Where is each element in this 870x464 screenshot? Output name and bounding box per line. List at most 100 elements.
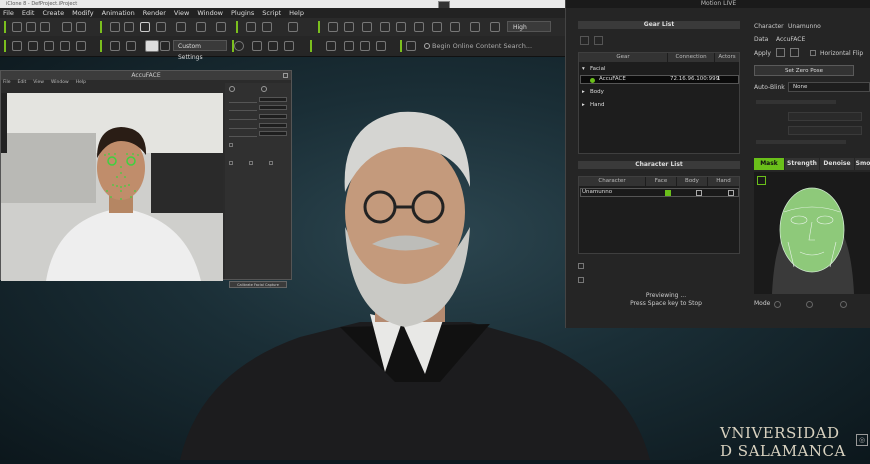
menu-animation[interactable]: Animation — [102, 8, 135, 18]
source-field[interactable] — [259, 97, 287, 102]
add-gear-icon[interactable] — [580, 36, 589, 45]
menu-modify[interactable]: Modify — [72, 8, 94, 18]
calibrate-button[interactable]: Calibrate Facial Capture — [229, 281, 287, 288]
tab-denoise[interactable]: Denoise — [820, 158, 854, 170]
shading-icon[interactable] — [380, 22, 390, 32]
character-icon[interactable] — [12, 41, 22, 51]
motion-icon[interactable] — [76, 41, 86, 51]
group-facial-arrow-icon[interactable]: ▾ — [582, 65, 585, 74]
gauge-icon[interactable] — [234, 41, 244, 51]
option-checkbox-b[interactable] — [578, 277, 584, 283]
quality-select[interactable]: High — [507, 21, 551, 32]
mode-radio-1[interactable] — [774, 301, 781, 308]
menu-plugins[interactable]: Plugins — [231, 8, 254, 18]
reach-icon[interactable] — [360, 41, 370, 51]
camera-mode-field[interactable] — [259, 105, 287, 110]
menu-file[interactable]: File — [3, 8, 14, 18]
select-icon[interactable] — [140, 22, 150, 32]
align-icon[interactable] — [216, 22, 226, 32]
rotate-icon[interactable] — [176, 22, 186, 32]
tab-smooth[interactable]: Smo — [855, 158, 870, 170]
menu-window[interactable]: Window — [197, 8, 223, 18]
resolution-field[interactable] — [259, 114, 287, 119]
video-radio[interactable] — [261, 86, 267, 92]
m-logo-icon[interactable] — [145, 40, 159, 52]
body-warning-icon[interactable] — [696, 190, 702, 196]
mirror-icon[interactable] — [126, 41, 136, 51]
import-icon[interactable] — [62, 22, 72, 32]
accu-menu-window[interactable]: Window — [51, 80, 69, 85]
menu-view[interactable]: View — [174, 8, 189, 18]
face-mask-preview[interactable] — [754, 172, 870, 294]
undo-icon[interactable] — [110, 22, 120, 32]
scale-icon[interactable] — [196, 22, 206, 32]
tab-mask[interactable]: Mask — [754, 158, 784, 170]
menu-edit[interactable]: Edit — [22, 8, 35, 18]
accuface-window[interactable]: AccuFACE File Edit View Window Help Cali… — [0, 70, 292, 288]
sun-icon[interactable] — [344, 22, 354, 32]
accu-menu-file[interactable]: File — [3, 80, 11, 85]
gear-group-facial[interactable]: Facial — [590, 65, 605, 74]
set-zero-pose-button[interactable]: Set Zero Pose — [754, 65, 854, 76]
close-icon[interactable] — [283, 73, 288, 78]
export-icon[interactable] — [76, 22, 86, 32]
new-icon[interactable] — [12, 22, 22, 32]
menu-script[interactable]: Script — [262, 8, 281, 18]
tracking-fps-field[interactable] — [259, 131, 287, 136]
puppet-icon[interactable] — [284, 41, 294, 51]
gear-group-body[interactable]: Body — [590, 88, 604, 97]
walk-icon[interactable] — [326, 41, 336, 51]
pose-icon[interactable] — [252, 41, 262, 51]
horizontal-flip-checkbox[interactable] — [810, 50, 816, 56]
menu-create[interactable]: Create — [42, 8, 64, 18]
face-device-icon[interactable] — [665, 190, 671, 196]
custom-settings-select[interactable]: Custom Settings — [173, 40, 227, 61]
mode-radio-2[interactable] — [806, 301, 813, 308]
wireframe-icon[interactable] — [396, 22, 406, 32]
accu-menu-help[interactable]: Help — [76, 80, 86, 85]
link-icon[interactable] — [262, 22, 272, 32]
content-icon[interactable] — [406, 41, 416, 51]
look-icon[interactable] — [376, 41, 386, 51]
accu-menu-edit[interactable]: Edit — [18, 80, 27, 85]
render-icon[interactable] — [414, 22, 424, 32]
mask-target-icon[interactable] — [757, 176, 766, 185]
content-search-input[interactable]: Begin Online Content Search... — [420, 40, 572, 52]
scene-icon[interactable] — [44, 41, 54, 51]
quality-icon[interactable] — [490, 22, 500, 32]
option-checkbox[interactable] — [229, 143, 233, 147]
save-icon[interactable] — [40, 22, 50, 32]
capture-checkbox-3[interactable] — [269, 161, 273, 165]
menu-help[interactable]: Help — [289, 8, 304, 18]
apply-face-icon[interactable] — [776, 48, 785, 57]
timeline-icon[interactable] — [60, 41, 70, 51]
apply-body-icon[interactable] — [790, 48, 799, 57]
menu-render[interactable]: Render — [143, 8, 166, 18]
fps-field[interactable] — [259, 123, 287, 128]
clone-icon[interactable] — [110, 41, 120, 51]
mode-radio-3[interactable] — [840, 301, 847, 308]
accu-menu-view[interactable]: View — [33, 80, 44, 85]
plugin-icon[interactable] — [160, 41, 170, 51]
path-icon[interactable] — [344, 41, 354, 51]
layers-icon[interactable] — [450, 22, 460, 32]
capture-checkbox-2[interactable] — [249, 161, 253, 165]
source-radio[interactable] — [229, 86, 235, 92]
open-icon[interactable] — [26, 22, 36, 32]
grid-icon[interactable] — [362, 22, 372, 32]
remove-gear-icon[interactable] — [594, 36, 603, 45]
tab-strength[interactable]: Strength — [785, 158, 819, 170]
light-icon[interactable] — [328, 22, 338, 32]
move-icon[interactable] — [156, 22, 166, 32]
sphere-icon[interactable] — [470, 22, 480, 32]
gear-group-hand[interactable]: Hand — [590, 101, 604, 110]
camera-icon[interactable] — [246, 22, 256, 32]
group-hand-arrow-icon[interactable]: ▸ — [582, 101, 585, 110]
redo-icon[interactable] — [124, 22, 134, 32]
auto-blink-select[interactable]: None — [788, 82, 870, 92]
capture-checkbox-1[interactable] — [229, 161, 233, 165]
bone-icon[interactable] — [268, 41, 278, 51]
video-icon[interactable] — [432, 22, 442, 32]
option-checkbox-a[interactable] — [578, 263, 584, 269]
group-body-arrow-icon[interactable]: ▸ — [582, 88, 585, 97]
